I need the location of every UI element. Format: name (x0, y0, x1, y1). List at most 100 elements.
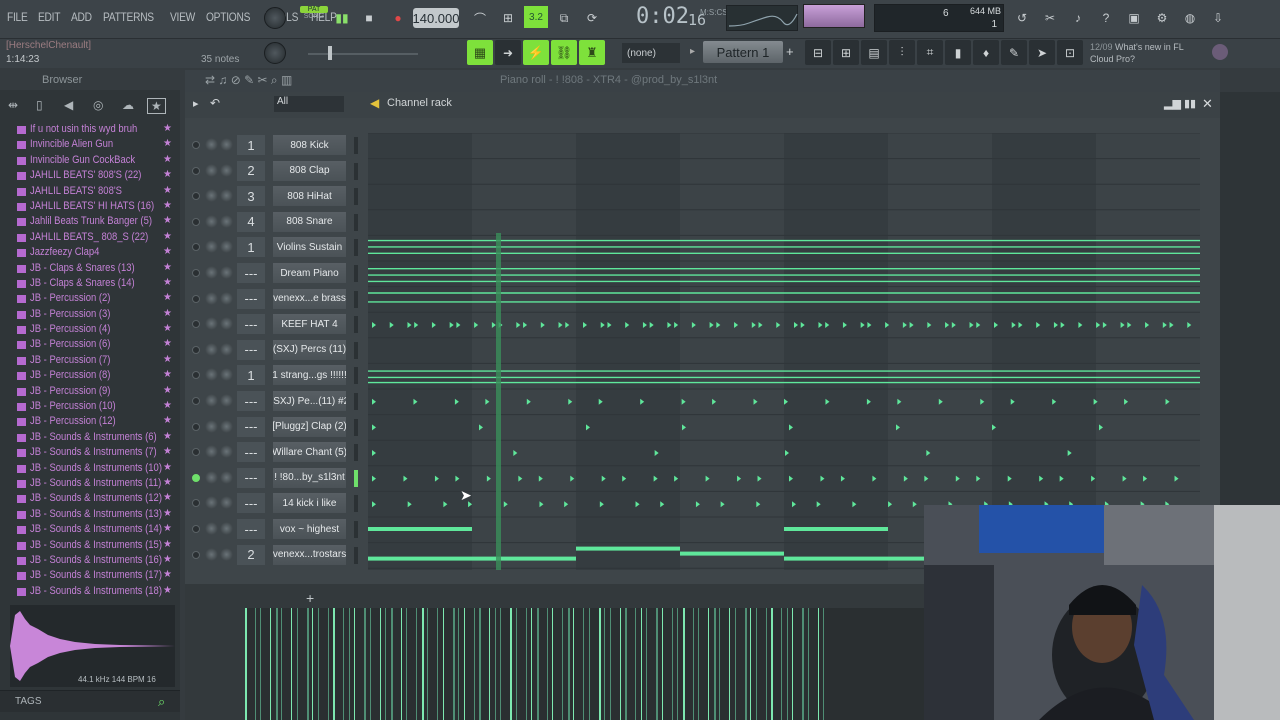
mixer-icon[interactable]: ♜ (579, 40, 605, 65)
channel-select-indicator[interactable] (354, 137, 358, 154)
channel-name-button[interactable]: (SXJ) Percs (11) (273, 339, 346, 360)
channel-select-indicator[interactable] (354, 367, 358, 385)
channel-pan-knob[interactable] (205, 394, 218, 407)
help-icon[interactable]: ? (1094, 7, 1118, 29)
close-icon[interactable]: ✕ (1202, 96, 1213, 112)
channel-row[interactable]: --- ! !80...by_s1l3nt (188, 467, 358, 489)
channel-row[interactable]: --- KEEF HAT 4 (188, 313, 358, 335)
channel-row[interactable]: --- 14 kick i like (188, 492, 358, 514)
channel-row[interactable]: --- venexx...e brass (188, 288, 358, 310)
channel-pan-knob[interactable] (205, 547, 218, 561)
channel-volume-knob[interactable] (220, 317, 233, 331)
star-icon[interactable]: ★ (163, 508, 172, 519)
browser-item[interactable]: Jazzfeezy Clap4 ★ (0, 246, 180, 261)
channel-mixer-track[interactable]: 3 (237, 186, 265, 207)
channel-row[interactable]: --- vox ~ highest (188, 518, 358, 540)
browser-item[interactable]: If u not usin this wyd bruh ★ (0, 123, 180, 138)
channel-name-button[interactable]: [Pluggz] Clap (2) (273, 416, 346, 437)
channel-name-button[interactable]: 1 strang...gs !!!!!! (273, 365, 346, 386)
channel-pan-knob[interactable] (205, 419, 218, 433)
star-icon[interactable]: ★ (163, 138, 172, 149)
cut-icon[interactable]: ✂ (1038, 7, 1062, 29)
star-icon[interactable]: ★ (163, 477, 172, 488)
channel-select-indicator[interactable] (354, 341, 358, 359)
channel-mixer-track[interactable]: --- (237, 493, 265, 514)
star-icon[interactable]: ★ (163, 369, 172, 380)
browser-item[interactable]: JAHLIL BEATS_ 808_S (22) ★ (0, 231, 180, 246)
channel-select-indicator[interactable] (354, 444, 358, 462)
star-icon[interactable]: ★ (163, 338, 172, 349)
browser-item[interactable]: JB - Percussion (7) ★ (0, 354, 180, 369)
star-icon[interactable]: ★ (163, 215, 172, 226)
channel-row[interactable]: 1 Violins Sustain (188, 236, 358, 258)
channel-name-button[interactable]: (SXJ) Pe...(11) #2 (273, 391, 346, 411)
view-icon-1[interactable]: ⊟ (805, 40, 831, 65)
channel-select-indicator[interactable] (354, 290, 358, 308)
channel-mute-led[interactable] (192, 422, 200, 431)
menu-options[interactable]: OPTIONS (206, 10, 250, 24)
link-icon[interactable]: ⛓ (551, 40, 577, 65)
browser-item[interactable]: JB - Claps & Snares (13) ★ (0, 262, 180, 277)
channel-volume-knob[interactable] (220, 214, 233, 228)
channel-mixer-track[interactable]: --- (237, 314, 265, 335)
channel-volume-knob[interactable] (220, 163, 233, 177)
song-time[interactable]: 0:02 (636, 4, 689, 29)
channel-volume-knob[interactable] (220, 266, 233, 279)
channel-mixer-track[interactable]: 2 (237, 160, 265, 181)
view-icon-2[interactable]: ⊞ (833, 40, 859, 65)
channel-volume-knob[interactable] (220, 394, 233, 407)
view-icon-4[interactable]: ⫶ (889, 40, 915, 65)
channel-pan-knob[interactable] (205, 138, 218, 151)
star-icon[interactable]: ★ (163, 585, 172, 596)
channel-volume-knob[interactable] (220, 522, 233, 535)
star-icon[interactable]: ★ (163, 462, 172, 473)
browser-item[interactable]: JB - Percussion (9) ★ (0, 385, 180, 400)
save-icon[interactable]: ▣ (1122, 7, 1146, 29)
tool-icon[interactable]: ✎ (1001, 40, 1027, 65)
channel-name-button[interactable]: venexx...e brass (273, 288, 346, 309)
star-icon[interactable]: ★ (163, 354, 172, 365)
channel-select-indicator[interactable] (354, 162, 358, 180)
star-icon[interactable]: ★ (163, 523, 172, 534)
channel-mixer-track[interactable]: 1 (237, 135, 265, 155)
channel-row[interactable]: --- Willare Chant (5) (188, 441, 358, 463)
channel-pan-knob[interactable] (205, 470, 218, 484)
channel-select-indicator[interactable] (354, 239, 358, 257)
pr-tools-icons[interactable]: ⇄ ♫ ⊘ ✎ ✂ ⌕ ▥ (205, 73, 292, 88)
star-icon[interactable]: ★ (163, 539, 172, 550)
channel-pan-knob[interactable] (205, 317, 218, 331)
channel-select-indicator[interactable] (354, 521, 358, 538)
browser-item[interactable]: JB - Percussion (2) ★ (0, 292, 180, 307)
channel-row[interactable]: 1 1 strang...gs !!!!!! (188, 364, 358, 386)
star-icon[interactable]: ★ (163, 277, 172, 288)
channel-name-button[interactable]: Willare Chant (5) (273, 442, 346, 463)
channel-mute-led[interactable] (192, 294, 200, 303)
channel-name-button[interactable]: 808 Snare (273, 211, 346, 232)
channel-row[interactable]: --- Dream Piano (188, 262, 358, 284)
channel-row[interactable]: 2 venexx...trostars (188, 544, 358, 566)
plugin-icon[interactable]: ⚙ (1150, 7, 1174, 29)
account-icon[interactable] (1212, 44, 1228, 60)
channel-mute-led[interactable] (192, 371, 200, 380)
channel-mute-led[interactable] (192, 192, 200, 201)
browser-item[interactable]: Jahlil Beats Trunk Banger (5) ★ (0, 215, 180, 230)
channel-row[interactable]: --- (SXJ) Pe...(11) #2 (188, 390, 358, 412)
channel-name-button[interactable]: ! !80...by_s1l3nt (273, 467, 346, 488)
channel-mute-led[interactable] (192, 217, 200, 226)
channel-volume-knob[interactable] (220, 138, 233, 151)
channel-row[interactable]: 4 808 Snare (188, 211, 358, 233)
channel-row[interactable]: 2 808 Clap (188, 160, 358, 182)
star-icon[interactable]: ★ (163, 123, 172, 134)
browser-icon[interactable]: ⚡ (523, 40, 549, 65)
search-icon[interactable]: ⌕ (158, 694, 165, 710)
channel-mixer-track[interactable]: --- (237, 288, 265, 309)
browser-item[interactable]: JAHLIL BEATS' HI HATS (16) ★ (0, 200, 180, 215)
channel-name-button[interactable]: Dream Piano (273, 263, 346, 283)
chat-icon[interactable]: ◍ (1178, 7, 1202, 29)
channel-mute-led[interactable] (192, 243, 200, 252)
browser-item[interactable]: JB - Percussion (10) ★ (0, 400, 180, 415)
view-icon-6[interactable]: ▮ (945, 40, 971, 65)
record-icon[interactable]: ● (386, 7, 410, 29)
slider-handle[interactable] (328, 46, 332, 60)
menu-patterns[interactable]: PATTERNS (103, 10, 154, 24)
